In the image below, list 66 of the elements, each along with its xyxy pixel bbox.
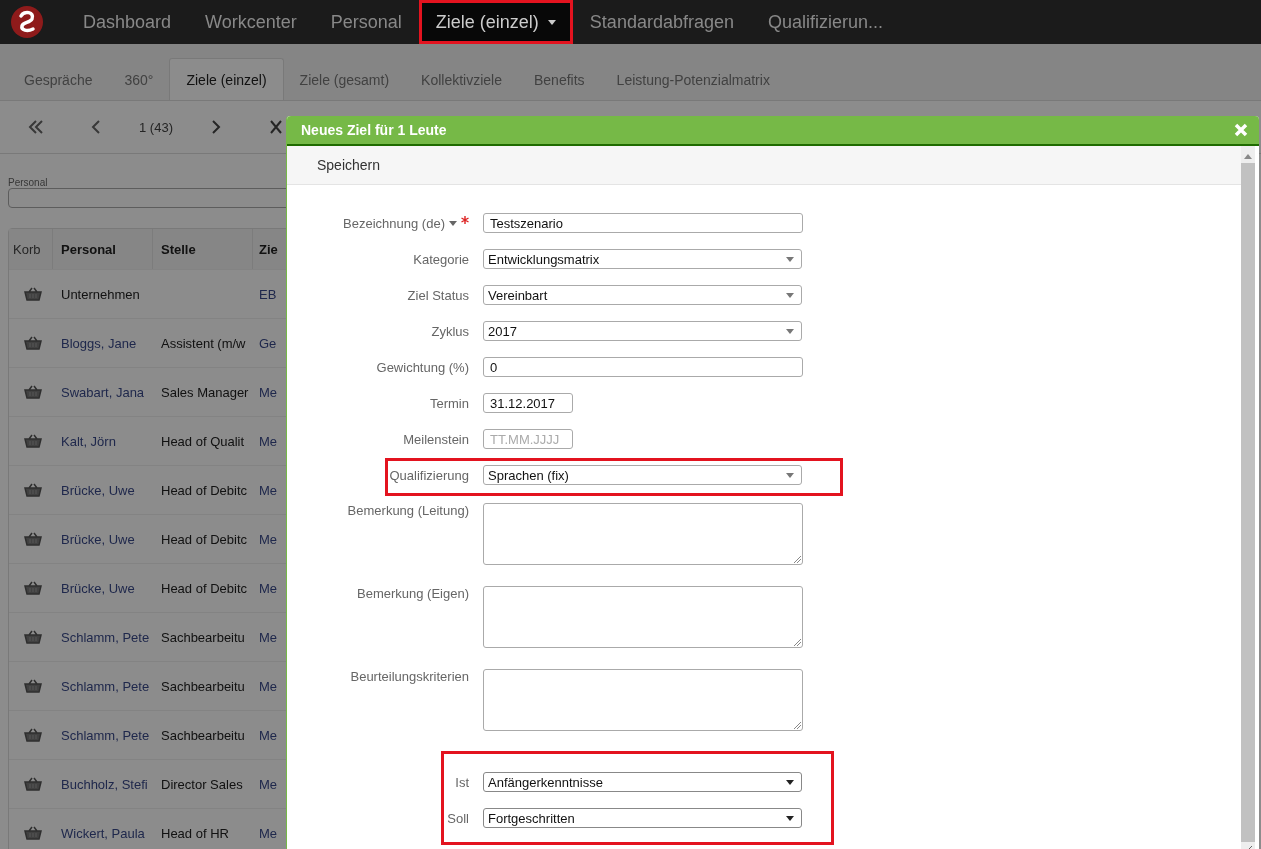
field-label: Ziel Status <box>407 287 469 303</box>
table-cell: Head of HR <box>161 825 229 841</box>
table-cell: Sachbearbeitu <box>161 727 245 743</box>
dropdown[interactable]: Vereinbart <box>483 285 802 305</box>
field-label: Meilenstein <box>403 431 469 447</box>
person-link[interactable]: Kalt, Jörn <box>53 417 153 465</box>
tab[interactable]: Benefits <box>518 59 601 100</box>
table-cell: Head of Debitc <box>161 531 247 547</box>
person-link[interactable]: Brücke, Uwe <box>53 515 153 563</box>
table-cell: Head of Debitc <box>161 482 247 498</box>
person-link[interactable]: Buchholz, Stefi <box>53 760 153 808</box>
field-label: Kategorie <box>413 251 469 267</box>
nav-item[interactable]: Personal <box>313 0 419 44</box>
nav-item[interactable]: Dashboard <box>66 0 189 44</box>
field-label: Termin <box>430 395 469 411</box>
person-link[interactable]: Brücke, Uwe <box>53 466 153 514</box>
table-cell: Sachbearbeitu <box>161 678 245 694</box>
person-link[interactable]: Schlamm, Pete <box>53 662 153 710</box>
page-info: 1 (43) <box>138 119 174 135</box>
column-header[interactable]: Stelle <box>153 229 253 269</box>
person-link[interactable]: Schlamm, Pete <box>53 613 153 661</box>
field-label: Bezeichnung (de) <box>343 215 445 231</box>
dropdown[interactable]: Anfängerkenntnisse <box>483 772 802 792</box>
person-link[interactable]: Brücke, Uwe <box>53 564 153 612</box>
field-label: Beurteilungskriterien <box>350 669 469 684</box>
tab[interactable]: Ziele (einzel) <box>169 58 284 100</box>
dropdown[interactable]: Fortgeschritten <box>483 808 802 828</box>
column-header[interactable]: Korb <box>9 229 53 269</box>
tab[interactable]: Leistung-Potenzialmatrix <box>600 59 786 100</box>
field-label: Ist <box>455 774 469 790</box>
filter-label: Personal <box>8 177 49 188</box>
table-cell: Head of Debitc <box>161 580 247 596</box>
person-link[interactable]: Schlamm, Pete <box>53 711 153 759</box>
table-cell-text: Unternehmen <box>60 285 141 304</box>
dropdown[interactable]: Sprachen (fix) <box>483 465 802 485</box>
field-label: Soll <box>447 810 469 826</box>
dialog-title: Neues Ziel für 1 Leute <box>301 122 447 138</box>
nav-item[interactable]: Workcenter <box>188 0 314 44</box>
field-label: Zyklus <box>431 323 469 339</box>
field-label: Bemerkung (Leitung) <box>347 503 469 518</box>
tab[interactable]: Gespräche <box>8 59 109 100</box>
tab[interactable]: 360° <box>108 59 170 100</box>
date-field[interactable]: TT.MM.JJJJ <box>483 429 573 449</box>
input-field[interactable]: 0 <box>483 357 803 377</box>
person-link[interactable]: Bloggs, Jane <box>53 319 153 367</box>
nav-item[interactable]: Ziele (einzel) <box>418 0 573 44</box>
nav-item[interactable]: Standardabfragen <box>572 0 751 44</box>
field-label: Bemerkung (Eigen) <box>357 586 469 601</box>
field-label: Gewichtung (%) <box>376 359 469 375</box>
table-cell: Director Sales <box>161 776 243 792</box>
person-link[interactable]: Swabart, Jana <box>53 368 153 416</box>
nav-item[interactable]: Qualifizierun... <box>751 0 901 44</box>
table-cell: Assistent (m/w <box>161 335 246 351</box>
tab[interactable]: Kollektivziele <box>405 59 518 100</box>
dropdown[interactable]: 2017 <box>483 321 802 341</box>
table-cell: Head of Qualit <box>161 433 245 449</box>
table-cell: Sachbearbeitu <box>161 629 245 645</box>
tab[interactable]: Ziele (gesamt) <box>283 59 406 100</box>
table-cell: Sales Manager <box>161 384 249 400</box>
field-label: Qualifizierung <box>389 467 469 483</box>
column-header[interactable]: Personal <box>53 229 153 269</box>
person-link[interactable]: Wickert, Paula <box>53 809 153 849</box>
dropdown[interactable]: Entwicklungsmatrix <box>483 249 802 269</box>
input-field[interactable]: Testszenario <box>483 213 803 233</box>
save-button[interactable]: Speichern <box>305 153 393 177</box>
date-field[interactable]: 31.12.2017 <box>483 393 573 413</box>
